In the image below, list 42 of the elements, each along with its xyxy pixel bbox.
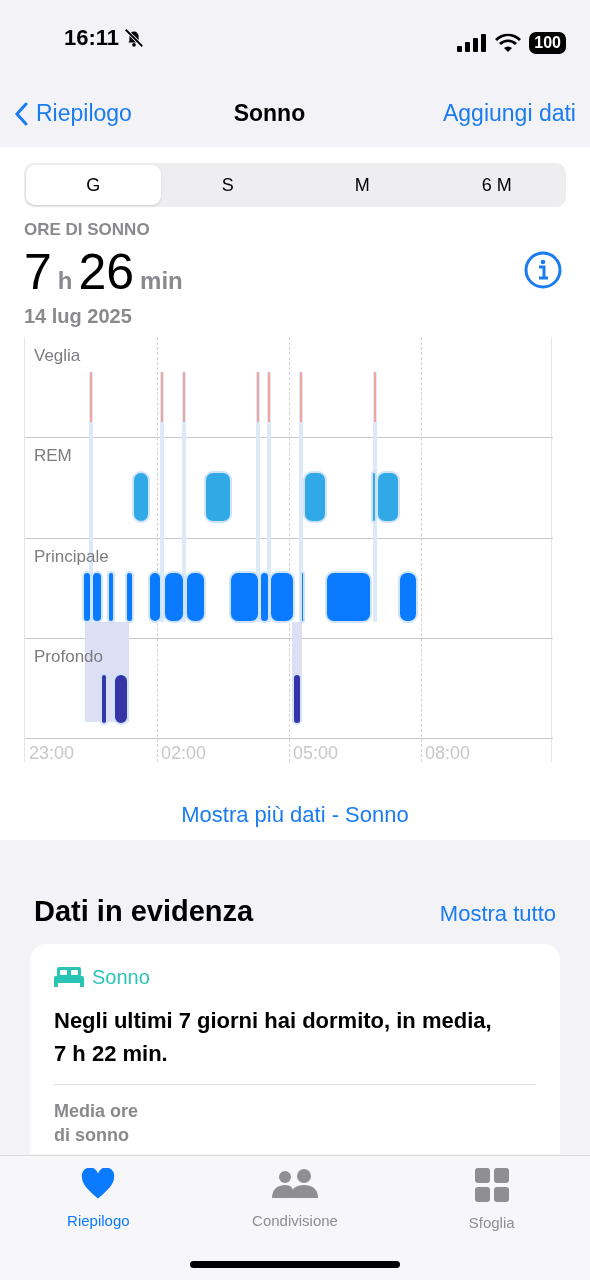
page-title: Sonno [233,99,306,129]
signal-icon [457,34,488,52]
stage-label: Profondo [34,646,103,668]
tab-bar-item[interactable]: Condivisione [196,1168,394,1280]
highlight-card[interactable]: Sonno Negli ultimi 7 giorni hai dormito, in media, 7 h 22 min. Media ore di sonno [30,943,560,1154]
metric-label: Media ore di sonno [54,1099,140,1147]
card-category: Sonno [92,964,150,990]
segment-tab[interactable]: M [295,165,430,205]
more-data-link[interactable]: Mostra più dati - Sonno [181,797,409,831]
segment-tab[interactable]: 6 M [429,165,564,205]
grid-icon [474,1168,509,1202]
back-button[interactable]: Riepilogo [14,96,132,131]
stage-label: REM [34,445,72,467]
time-label: 08:00 [425,741,471,765]
people-icon [271,1168,319,1200]
heart-icon [80,1168,117,1200]
card-text: Negli ultimi 7 giorni hai dormito, in media, 7 h 22 min. [54,1006,493,1068]
section-label: ORE DI SONNO [24,219,151,241]
hours-value: 7 [24,246,52,297]
section-title: Dati in evidenza [34,894,254,929]
show-all-link[interactable]: Mostra tutto [439,897,556,930]
minutes-unit: min [140,268,183,293]
time-label: 23:00 [29,741,75,765]
muted-bell-icon [123,26,146,49]
segment-tab[interactable]: G [26,165,161,205]
minutes-value: 26 [78,246,135,297]
hours-unit: h [57,268,73,293]
bed-icon [54,966,84,987]
date-label: 14 lug 2025 [24,303,133,329]
chevron-left-icon [14,101,28,126]
info-icon[interactable] [524,250,562,289]
stage-label: Principale [34,545,109,568]
tab-bar-item[interactable]: Sfoglia [393,1168,590,1280]
tab-bar-item[interactable]: Riepilogo [0,1168,197,1280]
add-data-button[interactable]: Aggiungi dati [443,96,576,131]
stage-label: Veglia [34,344,81,367]
status-time: 16:11 [64,24,120,52]
segment-tab[interactable]: S [160,165,295,205]
time-label: 02:00 [161,741,207,765]
time-label: 05:00 [293,741,339,765]
wifi-icon [495,33,522,53]
battery-indicator: 100 [529,32,566,54]
